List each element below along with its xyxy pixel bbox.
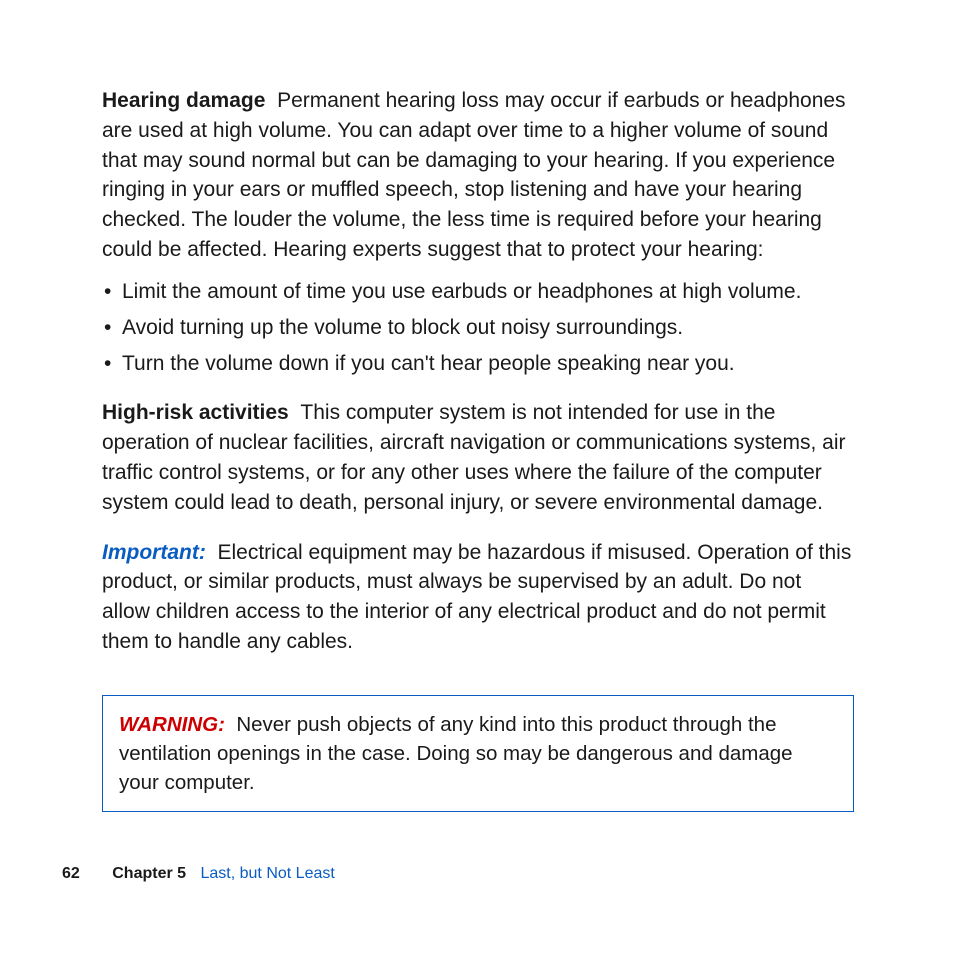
- page: Hearing damage Permanent hearing loss ma…: [0, 0, 954, 954]
- important-body: Electrical equipment may be hazardous if…: [102, 541, 851, 653]
- list-item: Limit the amount of time you use earbuds…: [102, 277, 854, 307]
- important-paragraph: Important: Electrical equipment may be h…: [102, 538, 854, 657]
- bullet-text: Limit the amount of time you use earbuds…: [122, 280, 801, 303]
- hearing-damage-heading: Hearing damage: [102, 89, 265, 112]
- important-label: Important:: [102, 541, 206, 564]
- page-footer: 62 Chapter 5 Last, but Not Least: [62, 863, 335, 886]
- high-risk-paragraph: High-risk activities This computer syste…: [102, 398, 854, 517]
- warning-label: WARNING:: [119, 713, 225, 736]
- hearing-damage-body: Permanent hearing loss may occur if earb…: [102, 89, 846, 261]
- bullet-text: Avoid turning up the volume to block out…: [122, 316, 683, 339]
- hearing-bullet-list: Limit the amount of time you use earbuds…: [102, 277, 854, 378]
- bullet-text: Turn the volume down if you can't hear p…: [122, 352, 735, 375]
- page-number: 62: [62, 865, 80, 882]
- warning-box: WARNING: Never push objects of any kind …: [102, 695, 854, 812]
- list-item: Avoid turning up the volume to block out…: [102, 313, 854, 343]
- chapter-label: Chapter 5: [112, 865, 186, 882]
- chapter-title: Last, but Not Least: [201, 865, 335, 882]
- list-item: Turn the volume down if you can't hear p…: [102, 349, 854, 379]
- high-risk-heading: High-risk activities: [102, 401, 289, 424]
- hearing-damage-paragraph: Hearing damage Permanent hearing loss ma…: [102, 86, 854, 265]
